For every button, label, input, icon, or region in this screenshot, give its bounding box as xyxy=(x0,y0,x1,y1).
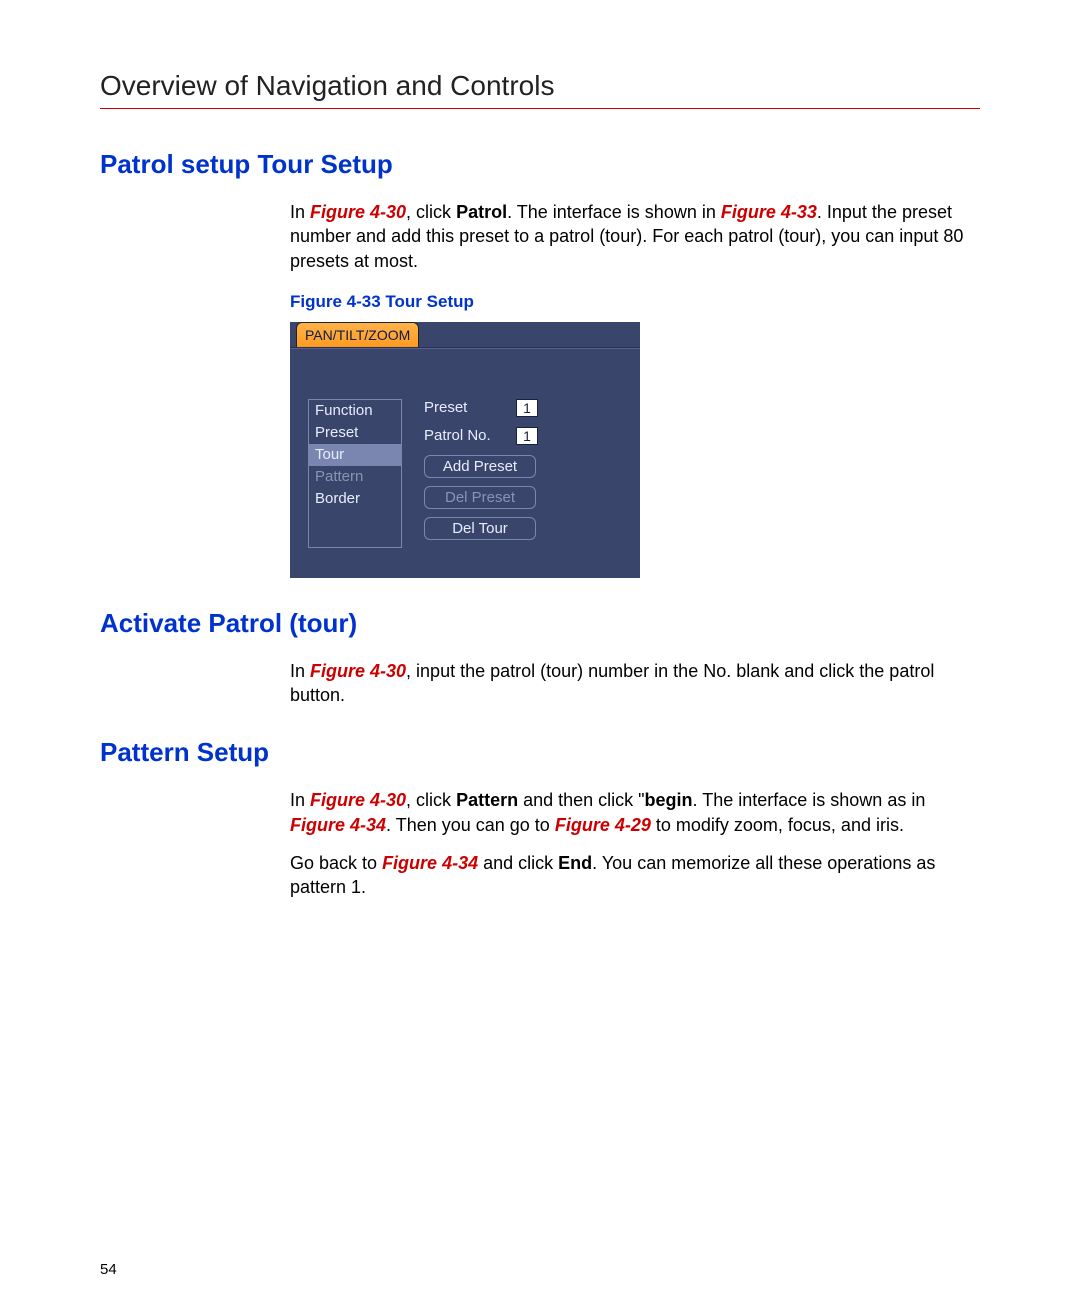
bold-text: Patrol xyxy=(456,202,507,222)
text: to modify zoom, focus, and iris. xyxy=(651,815,904,835)
pattern-setup-paragraph-2: Go back to Figure 4-34 and click End. Yo… xyxy=(290,851,980,900)
figure-ref: Figure 4-30 xyxy=(310,790,406,810)
bold-text: End xyxy=(558,853,592,873)
function-list: Function Preset Tour Pattern Border xyxy=(308,399,402,548)
text: and then click " xyxy=(518,790,644,810)
page-title: Overview of Navigation and Controls xyxy=(100,70,980,109)
del-preset-button[interactable]: Del Preset xyxy=(424,486,536,509)
figure-caption: Figure 4-33 Tour Setup xyxy=(290,291,980,314)
figure-ref: Figure 4-29 xyxy=(555,815,651,835)
bold-text: Pattern xyxy=(456,790,518,810)
heading-patrol-setup: Patrol setup Tour Setup xyxy=(100,149,980,180)
ptz-panel: PAN/TILT/ZOOM Function Preset Tour Patte… xyxy=(290,322,640,578)
add-preset-button[interactable]: Add Preset xyxy=(424,455,536,478)
figure-ref: Figure 4-34 xyxy=(290,815,386,835)
preset-label: Preset xyxy=(424,399,506,416)
activate-patrol-paragraph: In Figure 4-30, input the patrol (tour) … xyxy=(290,659,980,708)
divider xyxy=(290,347,640,349)
patrol-row: Patrol No. 1 xyxy=(424,427,538,445)
bold-text: begin xyxy=(645,790,693,810)
func-item-preset[interactable]: Preset xyxy=(309,422,401,444)
page-number: 54 xyxy=(100,1261,117,1278)
heading-activate-patrol: Activate Patrol (tour) xyxy=(100,608,980,639)
text: . Then you can go to xyxy=(386,815,555,835)
text: . The interface is shown in xyxy=(507,202,721,222)
text: Go back to xyxy=(290,853,382,873)
patrol-setup-body: In Figure 4-30, click Patrol. The interf… xyxy=(290,200,980,314)
figure-ref: Figure 4-34 xyxy=(382,853,478,873)
patrol-setup-paragraph: In Figure 4-30, click Patrol. The interf… xyxy=(290,200,980,273)
text: and click xyxy=(478,853,558,873)
activate-patrol-body: In Figure 4-30, input the patrol (tour) … xyxy=(290,659,980,708)
preset-input[interactable]: 1 xyxy=(516,399,538,417)
patrol-input[interactable]: 1 xyxy=(516,427,538,445)
func-item-pattern[interactable]: Pattern xyxy=(309,466,401,488)
ptz-right-column: Preset 1 Patrol No. 1 Add Preset Del Pre… xyxy=(424,399,538,548)
pattern-setup-body: In Figure 4-30, click Pattern and then c… xyxy=(290,788,980,899)
func-item-tour[interactable]: Tour xyxy=(309,444,401,466)
text: , click xyxy=(406,202,456,222)
patrol-label: Patrol No. xyxy=(424,427,506,444)
text: In xyxy=(290,202,310,222)
pattern-setup-paragraph-1: In Figure 4-30, click Pattern and then c… xyxy=(290,788,980,837)
preset-row: Preset 1 xyxy=(424,399,538,417)
figure-ref: Figure 4-33 xyxy=(721,202,817,222)
text: . The interface is shown as in xyxy=(693,790,926,810)
figure-ref: Figure 4-30 xyxy=(310,661,406,681)
del-tour-button[interactable]: Del Tour xyxy=(424,517,536,540)
heading-pattern-setup: Pattern Setup xyxy=(100,737,980,768)
ptz-tab[interactable]: PAN/TILT/ZOOM xyxy=(296,322,419,347)
text: In xyxy=(290,790,310,810)
func-item-border[interactable]: Border xyxy=(309,488,401,510)
figure-ref: Figure 4-30 xyxy=(310,202,406,222)
func-item-function[interactable]: Function xyxy=(309,400,401,422)
text: In xyxy=(290,661,310,681)
text: , click xyxy=(406,790,456,810)
